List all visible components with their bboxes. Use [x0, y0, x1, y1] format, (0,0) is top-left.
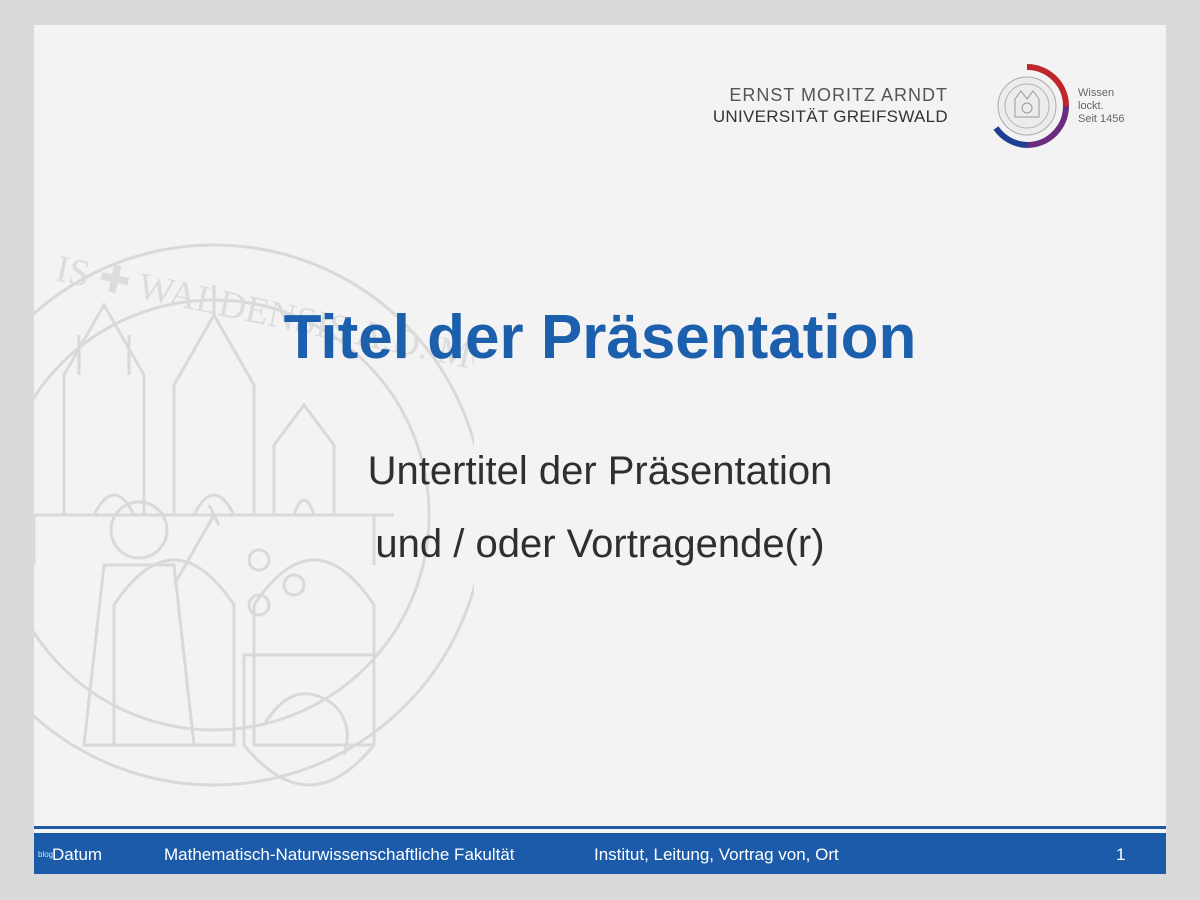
- university-logo: ERNST MORITZ ARNDT UNIVERSITÄT GREIFSWAL…: [713, 61, 1144, 153]
- footer-institute[interactable]: Institut, Leitung, Vortrag von, Ort: [594, 845, 839, 865]
- logo-slogan: Wissen lockt. Seit 1456: [1078, 87, 1124, 126]
- slogan-line-2: lockt.: [1078, 100, 1104, 112]
- footer-divider: [34, 826, 1166, 829]
- subtitle-line-1: Untertitel der Präsentation: [367, 449, 833, 493]
- footer-faculty[interactable]: Mathematisch-Naturwissenschaftliche Faku…: [164, 845, 515, 865]
- footer-page-number: 1: [1116, 845, 1126, 864]
- footer-date[interactable]: Datum: [52, 845, 102, 865]
- subtitle-line-2: und / oder Vortragende(r): [375, 522, 825, 566]
- slide-footer: blog Datum Mathematisch-Naturwissenschaf…: [34, 833, 1166, 874]
- slogan-line-3: Seit 1456: [1078, 113, 1125, 125]
- university-emblem-icon: [993, 64, 1069, 148]
- logo-name-line1: ERNST MORITZ ARNDT: [729, 85, 948, 105]
- slogan-line-1: Wissen: [1078, 87, 1115, 99]
- slide: IS ✚ WALDENSIS A.D. MCCCCLVI ERNST MORIT…: [34, 25, 1166, 874]
- presentation-title[interactable]: Titel der Präsentation: [34, 302, 1166, 373]
- logo-name-line2: UNIVERSITÄT GREIFSWALD: [712, 107, 948, 126]
- watermark-text: blog: [38, 850, 54, 859]
- presentation-subtitle[interactable]: Untertitel der Präsentation und / oder V…: [34, 435, 1166, 581]
